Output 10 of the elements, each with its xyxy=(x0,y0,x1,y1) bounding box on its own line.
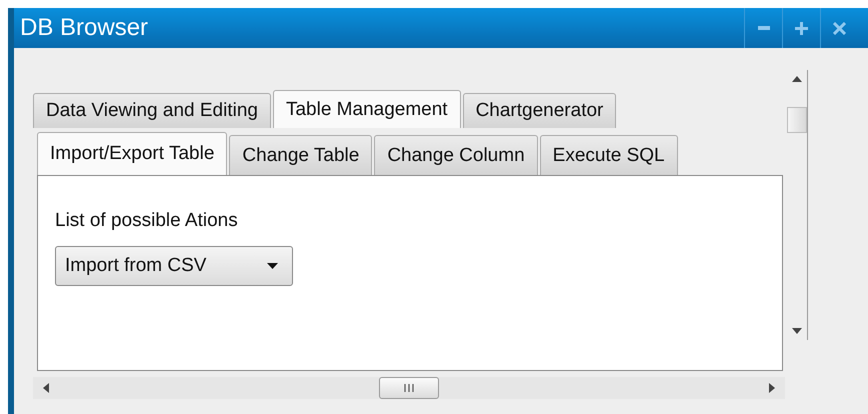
window-title: DB Browser xyxy=(19,14,148,42)
field-label: List of possible Ations xyxy=(55,210,239,232)
tab[interactable]: Change Table xyxy=(229,135,372,175)
tab[interactable]: Data Viewing and Editing xyxy=(33,93,271,128)
tab[interactable]: Execute SQL xyxy=(540,135,678,175)
tab[interactable]: Change Column xyxy=(374,135,538,175)
tab[interactable]: Import/Export Table xyxy=(37,132,228,175)
tab[interactable]: Table Management xyxy=(272,90,461,128)
tab[interactable]: Chartgenerator xyxy=(462,93,616,128)
dropdown[interactable]: Import from CSV xyxy=(55,246,293,286)
